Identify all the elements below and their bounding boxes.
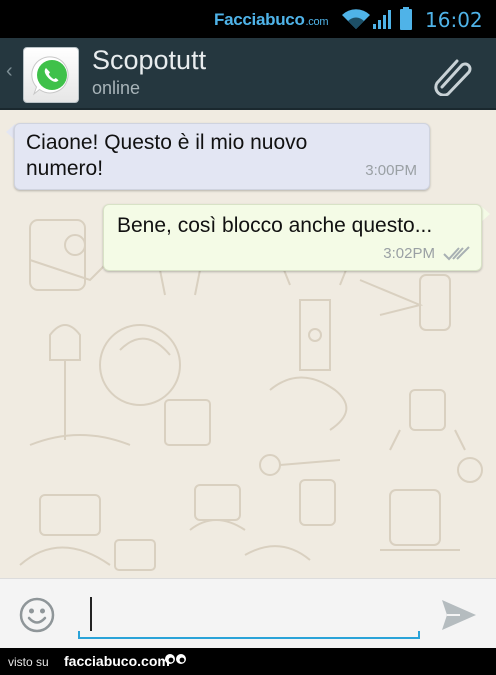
status-bar-time: 16:02 bbox=[425, 8, 483, 32]
double-check-icon bbox=[443, 246, 470, 261]
wifi-icon bbox=[342, 9, 370, 30]
paperclip-icon[interactable] bbox=[432, 54, 476, 96]
contact-name[interactable]: Scopotutt bbox=[92, 45, 206, 76]
chat-header: ‹ Scopotutt online bbox=[0, 38, 496, 110]
message-bubble-incoming[interactable]: Ciaone! Questo è il mio nuovo numero! 3:… bbox=[14, 123, 430, 190]
message-text: Bene, così blocco anche questo... bbox=[117, 214, 433, 237]
footer-visto-label: visto su bbox=[8, 655, 49, 669]
contact-status: online bbox=[92, 78, 141, 98]
whatsapp-logo-icon bbox=[31, 56, 69, 96]
watermark-footer: visto su facciabuco.com bbox=[0, 648, 496, 675]
text-cursor bbox=[90, 597, 92, 631]
message-time: 3:00PM bbox=[365, 162, 417, 179]
message-text: Ciaone! Questo è il mio nuovo numero! bbox=[26, 131, 308, 180]
chat-area[interactable]: Ciaone! Questo è il mio nuovo numero! 3:… bbox=[0, 110, 496, 578]
message-time: 3:02PM bbox=[383, 245, 435, 262]
outgoing-bubble-tail bbox=[481, 206, 490, 222]
battery-icon bbox=[400, 7, 412, 30]
footer-site-link[interactable]: facciabuco.com bbox=[64, 653, 170, 669]
contact-avatar[interactable] bbox=[23, 47, 79, 103]
eyes-icon bbox=[165, 654, 186, 664]
input-underline-right-cap bbox=[418, 631, 420, 639]
message-input[interactable] bbox=[78, 593, 420, 639]
back-chevron-icon[interactable]: ‹ bbox=[6, 60, 13, 83]
input-underline-left-cap bbox=[78, 631, 80, 639]
send-icon[interactable] bbox=[440, 598, 478, 632]
status-bar: Facciabuco.com 16:02 bbox=[0, 0, 496, 38]
status-bar-brand: Facciabuco.com bbox=[214, 10, 329, 29]
message-bubble-outgoing[interactable]: Bene, così blocco anche questo... 3:02PM bbox=[103, 204, 482, 271]
signal-icon bbox=[373, 10, 391, 29]
smiley-icon[interactable] bbox=[19, 597, 55, 633]
composer-bar bbox=[0, 578, 496, 648]
